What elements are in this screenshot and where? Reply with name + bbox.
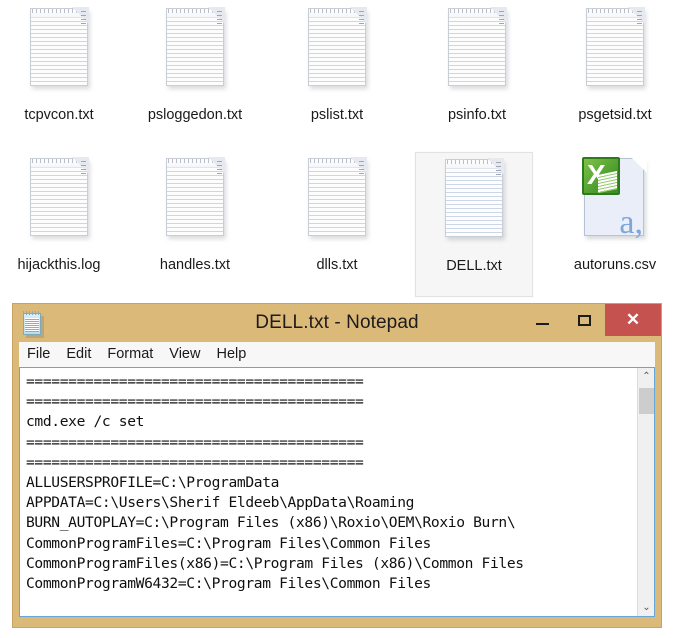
scroll-down-icon[interactable]: ⌄: [638, 599, 655, 616]
menu-item-file[interactable]: File: [27, 342, 50, 367]
text-file-icon: [158, 156, 232, 252]
text-file-icon: [158, 6, 232, 102]
file-row-1: tcpvcon.txt psloggedon.txt pslist.txt ps…: [0, 0, 674, 150]
menu-bar: File Edit Format View Help: [19, 342, 655, 367]
file-item-psgetsid-txt[interactable]: psgetsid.txt: [556, 2, 674, 147]
file-item-psinfo-txt[interactable]: psinfo.txt: [418, 2, 536, 147]
file-item-dlls-txt[interactable]: dlls.txt: [278, 152, 396, 297]
file-label: tcpvcon.txt: [24, 107, 94, 123]
screen: tcpvcon.txt psloggedon.txt pslist.txt ps…: [0, 0, 674, 638]
file-item-autoruns-csv[interactable]: a, X autoruns.csv: [556, 152, 674, 297]
file-item-dell-txt[interactable]: DELL.txt: [415, 152, 533, 297]
file-label: pslist.txt: [310, 107, 364, 123]
maximize-button[interactable]: [563, 304, 605, 336]
menu-item-edit[interactable]: Edit: [66, 342, 91, 367]
window-titlebar[interactable]: DELL.txt - Notepad ✕: [13, 304, 661, 342]
file-item-handles-txt[interactable]: handles.txt: [136, 152, 254, 297]
editor-frame: ========================================…: [19, 367, 655, 617]
text-file-icon: [22, 6, 96, 102]
notepad-window: DELL.txt - Notepad ✕ File Edit Format Vi…: [12, 303, 662, 628]
editor-textarea[interactable]: ========================================…: [20, 368, 636, 616]
scrollbar-thumb[interactable]: [639, 388, 654, 414]
text-file-icon: [437, 157, 511, 253]
menu-item-format[interactable]: Format: [107, 342, 153, 367]
minimize-button[interactable]: [521, 304, 563, 336]
excel-csv-icon: a, X: [578, 156, 652, 252]
file-label: handles.txt: [159, 257, 231, 273]
file-label: dlls.txt: [316, 257, 358, 273]
file-label: hijackthis.log: [17, 257, 101, 273]
scroll-up-icon[interactable]: ⌃: [638, 368, 655, 385]
file-item-hijackthis-log[interactable]: hijackthis.log: [0, 152, 118, 297]
minimize-icon: [535, 323, 549, 325]
menu-item-help[interactable]: Help: [216, 342, 246, 367]
file-listing-area: tcpvcon.txt psloggedon.txt pslist.txt ps…: [0, 0, 674, 300]
file-item-pslist-txt[interactable]: pslist.txt: [278, 2, 396, 147]
file-label: DELL.txt: [446, 258, 502, 274]
vertical-scrollbar[interactable]: ⌃ ⌄: [637, 368, 654, 616]
file-row-2: hijackthis.log handles.txt dlls.txt DELL…: [0, 150, 674, 300]
file-label: psloggedon.txt: [147, 107, 243, 123]
text-file-icon: [22, 156, 96, 252]
file-label: autoruns.csv: [573, 257, 657, 273]
text-file-icon: [300, 6, 374, 102]
menu-item-view[interactable]: View: [169, 342, 200, 367]
file-label: psgetsid.txt: [578, 107, 652, 123]
file-label: psinfo.txt: [447, 107, 507, 123]
text-file-icon: [578, 6, 652, 102]
maximize-icon: [577, 314, 591, 326]
file-item-tcpvcon-txt[interactable]: tcpvcon.txt: [0, 2, 118, 147]
file-item-psloggedon-txt[interactable]: psloggedon.txt: [136, 2, 254, 147]
text-file-icon: [300, 156, 374, 252]
text-file-icon: [440, 6, 514, 102]
window-controls: ✕: [521, 304, 661, 336]
close-button[interactable]: ✕: [605, 304, 661, 336]
